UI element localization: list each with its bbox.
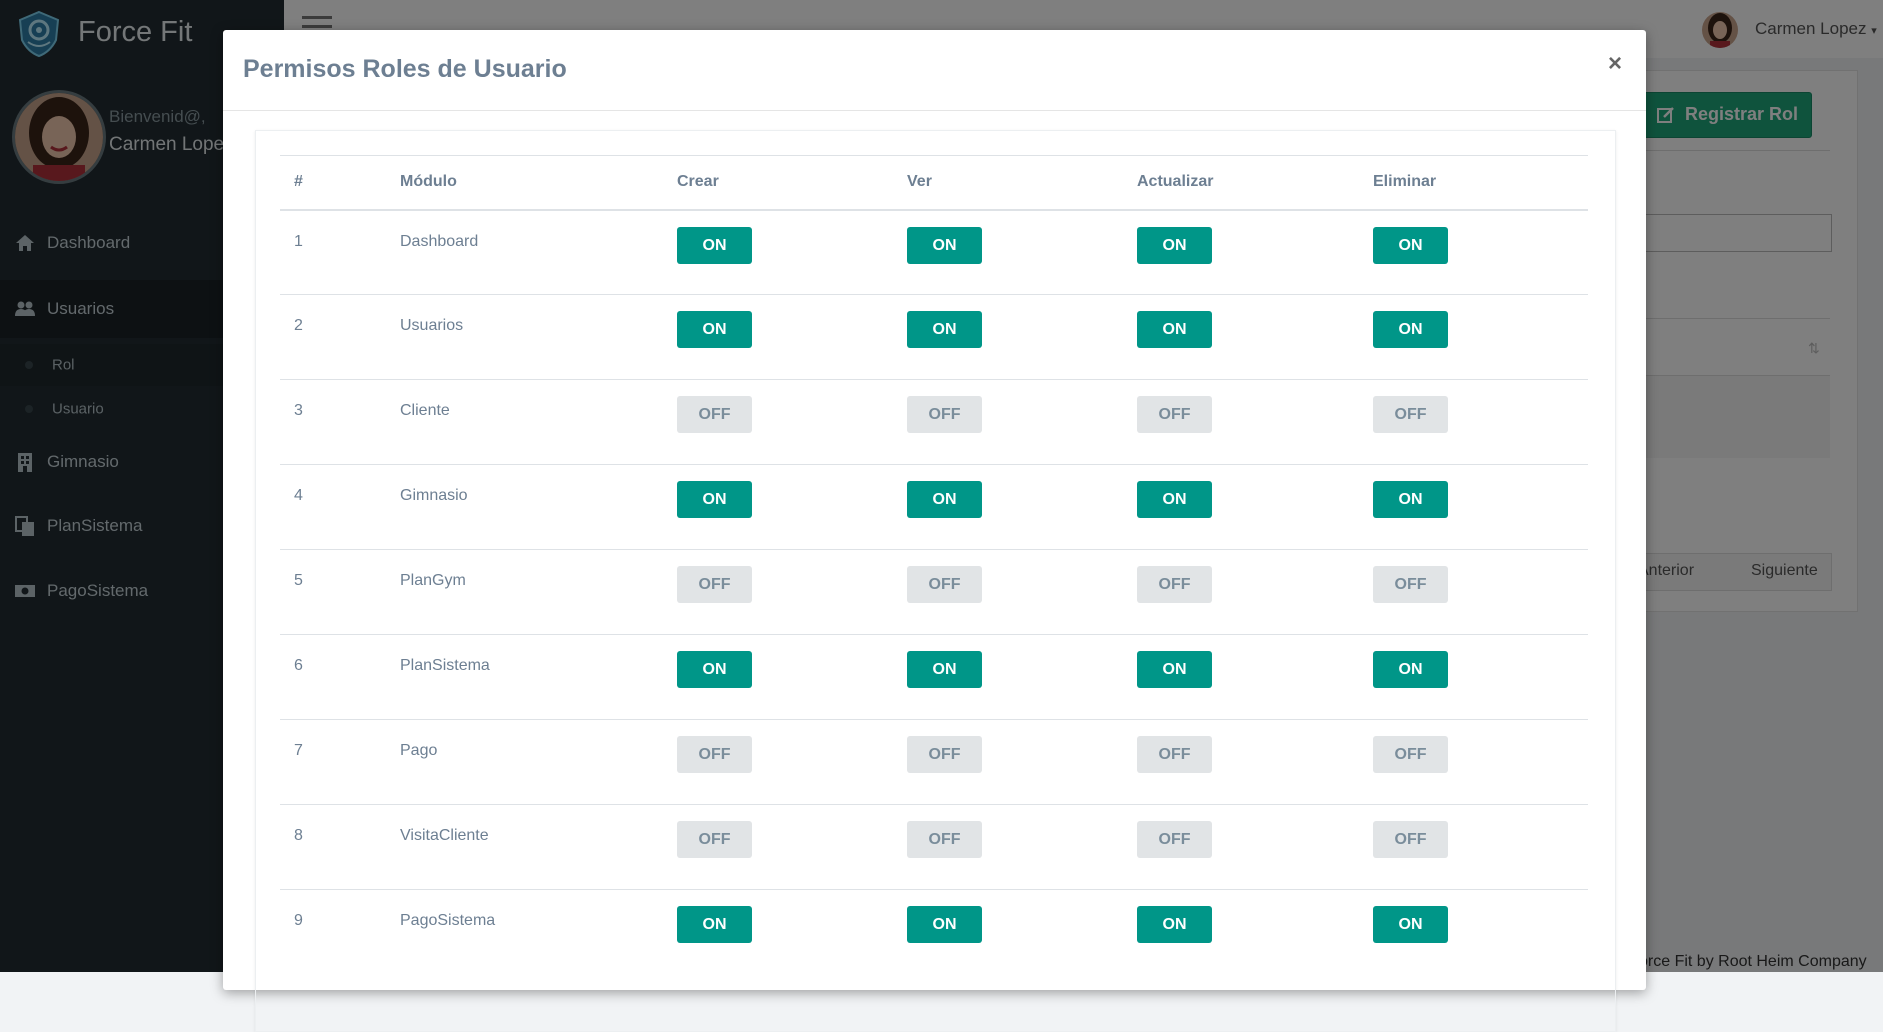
permissions-card: # Módulo Crear Ver Actualizar Eliminar 1… xyxy=(255,130,1616,1032)
toggle-ver[interactable]: ON xyxy=(907,651,982,688)
table-row: 6 PlanSistema ON ON ON ON xyxy=(280,634,1588,720)
module-name: Dashboard xyxy=(386,209,663,295)
permissions-modal: Permisos Roles de Usuario × # Módulo Cre… xyxy=(223,30,1646,1032)
column-header: Crear xyxy=(663,155,893,211)
table-row: 8 VisitaCliente OFF OFF OFF OFF xyxy=(280,804,1588,890)
toggle-actualizar[interactable]: ON xyxy=(1137,226,1212,264)
toggle-eliminar[interactable]: OFF xyxy=(1373,566,1448,603)
toggle-crear[interactable]: ON xyxy=(677,906,752,943)
module-name: Cliente xyxy=(386,379,663,465)
module-name: PlanSistema xyxy=(386,634,663,720)
toggle-eliminar[interactable]: ON xyxy=(1373,226,1448,264)
column-header: Módulo xyxy=(386,155,663,211)
toggle-actualizar[interactable]: ON xyxy=(1137,651,1212,688)
toggle-actualizar[interactable]: ON xyxy=(1137,906,1212,943)
toggle-ver[interactable]: ON xyxy=(907,481,982,518)
toggle-actualizar[interactable]: OFF xyxy=(1137,566,1212,603)
toggle-crear[interactable]: OFF xyxy=(677,736,752,773)
toggle-eliminar[interactable]: OFF xyxy=(1373,821,1448,858)
column-header: Ver xyxy=(893,155,1123,211)
table-row: 4 Gimnasio ON ON ON ON xyxy=(280,464,1588,550)
toggle-actualizar[interactable]: OFF xyxy=(1137,736,1212,773)
table-row: 9 PagoSistema ON ON ON ON xyxy=(280,889,1588,975)
row-number: 4 xyxy=(280,464,386,550)
table-row: 7 Pago OFF OFF OFF OFF xyxy=(280,719,1588,805)
toggle-crear[interactable]: OFF xyxy=(677,396,752,433)
column-header: # xyxy=(280,155,386,211)
row-number: 9 xyxy=(280,889,386,975)
toggle-crear[interactable]: ON xyxy=(677,311,752,348)
table-row: 5 PlanGym OFF OFF OFF OFF xyxy=(280,549,1588,635)
toggle-ver[interactable]: OFF xyxy=(907,736,982,773)
toggle-eliminar[interactable]: ON xyxy=(1373,651,1448,688)
table-row: 3 Cliente OFF OFF OFF OFF xyxy=(280,379,1588,465)
module-name: VisitaCliente xyxy=(386,804,663,890)
toggle-ver[interactable]: ON xyxy=(907,311,982,348)
toggle-crear[interactable]: OFF xyxy=(677,566,752,603)
module-name: Usuarios xyxy=(386,294,663,380)
toggle-ver[interactable]: OFF xyxy=(907,821,982,858)
row-number: 1 xyxy=(280,209,386,295)
row-number: 7 xyxy=(280,719,386,805)
table-header-row: # Módulo Crear Ver Actualizar Eliminar xyxy=(280,155,1588,211)
column-header: Actualizar xyxy=(1123,155,1359,211)
toggle-actualizar[interactable]: ON xyxy=(1137,481,1212,518)
row-number: 6 xyxy=(280,634,386,720)
toggle-crear[interactable]: ON xyxy=(677,481,752,518)
toggle-crear[interactable]: ON xyxy=(677,651,752,688)
toggle-eliminar[interactable]: ON xyxy=(1373,311,1448,348)
row-number: 3 xyxy=(280,379,386,465)
toggle-ver[interactable]: ON xyxy=(907,226,982,264)
module-name: Pago xyxy=(386,719,663,805)
modal-header: Permisos Roles de Usuario × xyxy=(223,30,1646,111)
permissions-table: # Módulo Crear Ver Actualizar Eliminar 1… xyxy=(280,155,1588,975)
toggle-ver[interactable]: ON xyxy=(907,906,982,943)
modal-title: Permisos Roles de Usuario xyxy=(243,55,567,83)
column-header: Eliminar xyxy=(1359,155,1588,211)
toggle-crear[interactable]: OFF xyxy=(677,821,752,858)
toggle-actualizar[interactable]: OFF xyxy=(1137,821,1212,858)
toggle-crear[interactable]: ON xyxy=(677,226,752,264)
module-name: PagoSistema xyxy=(386,889,663,975)
toggle-actualizar[interactable]: OFF xyxy=(1137,396,1212,433)
row-number: 8 xyxy=(280,804,386,890)
toggle-eliminar[interactable]: ON xyxy=(1373,906,1448,943)
toggle-ver[interactable]: OFF xyxy=(907,396,982,433)
module-name: PlanGym xyxy=(386,549,663,635)
toggle-ver[interactable]: OFF xyxy=(907,566,982,603)
toggle-actualizar[interactable]: ON xyxy=(1137,311,1212,348)
toggle-eliminar[interactable]: OFF xyxy=(1373,736,1448,773)
toggle-eliminar[interactable]: OFF xyxy=(1373,396,1448,433)
toggle-eliminar[interactable]: ON xyxy=(1373,481,1448,518)
table-row: 2 Usuarios ON ON ON ON xyxy=(280,294,1588,380)
row-number: 5 xyxy=(280,549,386,635)
row-number: 2 xyxy=(280,294,386,380)
module-name: Gimnasio xyxy=(386,464,663,550)
table-row: 1 Dashboard ON ON ON ON xyxy=(280,209,1588,295)
close-icon[interactable]: × xyxy=(1608,50,1622,78)
